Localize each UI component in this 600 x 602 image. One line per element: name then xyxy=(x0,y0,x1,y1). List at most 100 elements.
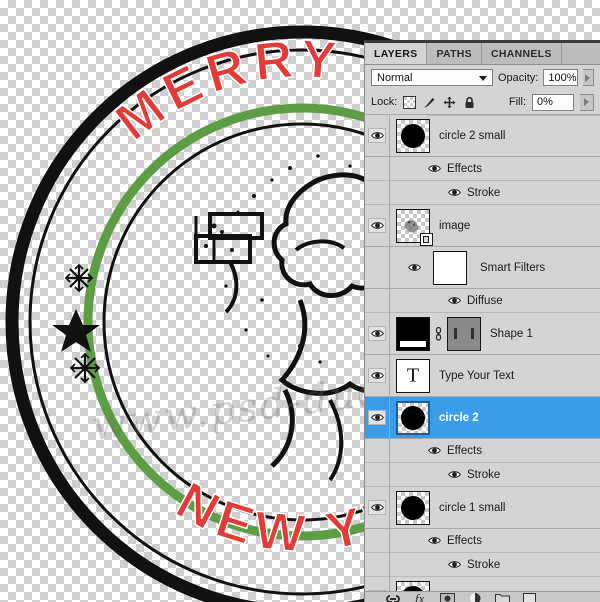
blend-mode-select[interactable]: Normal xyxy=(371,69,493,86)
layers-panel[interactable]: LAYERS PATHS CHANNELS Normal Opacity: 10… xyxy=(364,40,600,602)
blend-opacity-row[interactable]: Normal Opacity: 100% xyxy=(365,65,600,90)
eyecell-spacer xyxy=(365,552,390,577)
layer-thumbnail[interactable] xyxy=(396,316,430,351)
visibility-toggle-circle-2[interactable] xyxy=(365,396,390,439)
effects-content: Effects xyxy=(390,445,482,457)
panel-bottom-toolbar[interactable]: fx xyxy=(365,591,600,602)
lock-all-icon[interactable] xyxy=(463,96,476,109)
layer-thumbnails xyxy=(390,490,430,525)
layer-list[interactable]: circle 2 small Effects Stroke image Smar… xyxy=(365,115,600,602)
tab-bar-filler xyxy=(561,43,600,64)
panel-tab-bar[interactable]: LAYERS PATHS CHANNELS xyxy=(365,43,600,65)
layer-name: circle 2 xyxy=(439,411,479,424)
visibility-toggle-stroke-13[interactable] xyxy=(448,560,461,569)
layer-row-type-your-text[interactable]: T Type Your Text xyxy=(365,354,600,397)
effect-label: Diffuse xyxy=(467,294,503,307)
eyecell-spacer xyxy=(365,156,390,181)
smart-filters-label: Smart Filters xyxy=(480,261,546,274)
eye-icon xyxy=(448,561,461,568)
layer-row-shape-1[interactable]: Shape 1 xyxy=(365,312,600,355)
eye-icon xyxy=(408,264,421,271)
opacity-slider-arrow-icon[interactable] xyxy=(582,69,594,86)
effect-row-stroke-13[interactable]: Stroke xyxy=(365,115,600,577)
visibility-toggle-effects-12[interactable] xyxy=(428,536,441,545)
lock-image-pixels-icon[interactable] xyxy=(423,96,436,109)
type-layer-thumbnail[interactable]: T xyxy=(396,358,430,393)
visibility-toggle-shape-1[interactable] xyxy=(365,312,390,355)
eye-icon xyxy=(448,189,461,196)
visibility-toggle-circle-1-small[interactable] xyxy=(365,486,390,529)
visibility-toggle-smart-filters[interactable] xyxy=(408,263,421,272)
eye-icon xyxy=(448,471,461,478)
layer-row-image[interactable]: image xyxy=(365,204,600,247)
layer-thumbnail[interactable] xyxy=(396,118,430,153)
layer-name: Shape 1 xyxy=(490,327,533,340)
visibility-toggle-circle-2-small[interactable] xyxy=(365,115,390,157)
tab-paths[interactable]: PATHS xyxy=(427,43,482,64)
visibility-toggle-stroke-10[interactable] xyxy=(448,470,461,479)
eye-icon xyxy=(428,537,441,544)
vector-mask-thumbnail[interactable] xyxy=(447,316,481,351)
fill-slider-arrow-icon[interactable] xyxy=(580,93,594,111)
layer-style-icon[interactable]: fx xyxy=(414,592,427,602)
effect-label: Stroke xyxy=(467,186,501,199)
layer-mask-icon[interactable] xyxy=(440,592,455,602)
effect-row-stroke-10[interactable]: Stroke xyxy=(365,115,600,487)
effects-content: Effects xyxy=(390,535,482,547)
effects-row-9[interactable]: Effects xyxy=(365,438,600,463)
type-T-icon: T xyxy=(406,364,420,386)
eye-icon xyxy=(368,368,386,383)
circle-shape-icon xyxy=(401,123,425,148)
layer-row-circle-2[interactable]: circle 2 xyxy=(365,396,600,439)
effects-label: Effects xyxy=(447,534,482,547)
layer-thumbnail[interactable] xyxy=(396,208,433,246)
chevron-down-icon xyxy=(479,75,487,81)
visibility-toggle-effects-1[interactable] xyxy=(428,164,441,173)
adjustment-layer-icon[interactable] xyxy=(468,592,482,602)
fill-input[interactable]: 0% xyxy=(532,93,574,111)
visibility-toggle-diffuse-5[interactable] xyxy=(448,296,461,305)
visibility-toggle-stroke-2[interactable] xyxy=(448,188,461,197)
lock-row[interactable]: Lock: Fill: 0% xyxy=(365,90,600,115)
visibility-toggle-type-your-text[interactable] xyxy=(365,354,390,397)
layer-row-circle-1-small[interactable]: circle 1 small xyxy=(365,486,600,529)
layer-thumbnails xyxy=(390,208,433,246)
layer-thumbnails: T xyxy=(390,358,430,393)
eyecell-spacer xyxy=(365,438,390,463)
new-layer-icon[interactable] xyxy=(523,592,536,602)
lock-transparent-pixels-icon[interactable] xyxy=(403,95,417,109)
effect-content: Stroke xyxy=(390,469,500,481)
layer-thumbnail[interactable] xyxy=(396,400,430,435)
eye-icon xyxy=(428,165,441,172)
tab-channels[interactable]: CHANNELS xyxy=(481,43,562,64)
eyecell-spacer xyxy=(365,462,390,487)
smart-object-badge-icon xyxy=(420,232,433,246)
new-group-icon[interactable] xyxy=(495,592,510,602)
fill-label: Fill: xyxy=(508,96,526,108)
opacity-input[interactable]: 100% xyxy=(543,69,578,86)
effects-content: Effects xyxy=(390,163,482,175)
layer-thumbnails xyxy=(390,400,430,435)
link-layers-icon[interactable] xyxy=(385,592,401,602)
opacity-value: 100% xyxy=(548,71,577,84)
layer-thumbnail[interactable] xyxy=(396,490,430,525)
effect-row-stroke-2[interactable]: Stroke xyxy=(365,115,600,205)
effects-label: Effects xyxy=(447,444,482,457)
effects-row-12[interactable]: Effects xyxy=(365,528,600,553)
tab-paths-label: PATHS xyxy=(436,47,472,60)
effect-row-diffuse-5[interactable]: Diffuse xyxy=(365,115,600,313)
effects-row-1[interactable]: Effects xyxy=(365,156,600,181)
visibility-toggle-effects-9[interactable] xyxy=(428,446,441,455)
eyecell-spacer xyxy=(365,288,390,313)
layer-name: Type Your Text xyxy=(439,369,515,382)
lock-position-icon[interactable] xyxy=(443,96,456,109)
visibility-toggle-image[interactable] xyxy=(365,204,390,247)
layer-row-circle-2-small[interactable]: circle 2 small xyxy=(365,115,600,157)
eye-icon xyxy=(368,410,386,425)
tab-layers[interactable]: LAYERS xyxy=(365,43,428,64)
link-mask-icon[interactable] xyxy=(434,326,443,341)
circle-shape-icon xyxy=(401,495,425,520)
smart-filters-row[interactable]: Smart Filters xyxy=(365,246,600,289)
smart-filter-mask-thumbnail[interactable] xyxy=(433,250,467,285)
layer-name: circle 1 small xyxy=(439,501,506,514)
